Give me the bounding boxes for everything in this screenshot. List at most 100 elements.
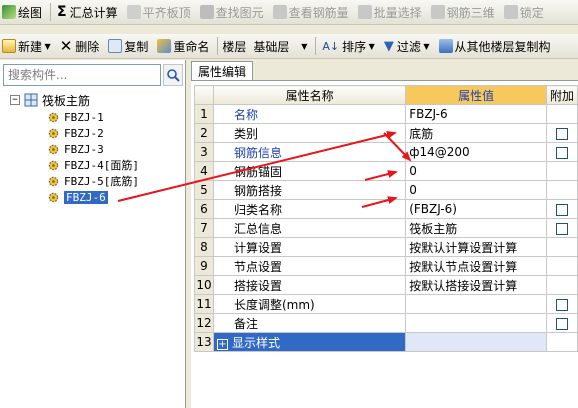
extra-checkbox[interactable] [555,127,568,140]
batch-select-button[interactable]: 批量选择 [356,1,424,23]
extra-checkbox[interactable] [555,203,568,216]
property-value[interactable]: 底筋 [405,123,547,143]
toolbar-divider [50,3,52,21]
property-value[interactable]: ф14@200 [405,142,547,162]
gear-icon [48,176,59,186]
extra-cell [545,313,578,333]
extra-cell [545,218,578,238]
row-number: 5 [194,180,214,200]
row-number: 8 [194,237,214,257]
row-number: 10 [194,275,214,295]
header-property-name: 属性名称 [212,85,407,105]
table-row: 5 钢筋搭接 0 [194,180,578,200]
property-grid-panel: 属性名称 属性值 附加 1 名称 FBZJ-6 2 类别 底筋 3 钢筋信息 ф… [191,80,578,408]
copy-button[interactable]: 复制 [106,35,150,57]
filter-button[interactable]: ▼ 过滤 ▼ [382,35,432,57]
row-number: 12 [194,313,214,333]
floor-select[interactable]: 基础层 ▼ [250,37,310,55]
property-value[interactable]: FBZJ-6 [405,104,547,124]
tree-root-label: 筏板主筋 [42,93,91,108]
property-name: + 显示样式 [212,332,407,352]
summary-calc-button[interactable]: Σ 汇总计算 [55,1,120,23]
delete-icon: ✕ [59,37,73,55]
property-value[interactable]: 筏板主筋 [405,218,547,238]
tree-item[interactable]: FBZJ-3 [48,141,104,157]
chevron-down-icon: ▼ [366,41,375,51]
extra-cell [545,256,578,276]
property-name: 归类名称 [212,199,407,219]
view-rebar-button[interactable]: 查看钢筋量 [271,1,351,23]
expand-icon[interactable]: + [216,338,228,350]
property-name: 搭接设置 [212,275,407,295]
delete-button[interactable]: ✕ 删除 [58,35,102,57]
tree-item[interactable]: FBZJ-1 [48,109,104,125]
toolbar-divider [315,37,317,55]
align-icon [126,5,141,19]
tree-root-node[interactable]: − 筏板主筋 [10,92,90,108]
sort-icon: A↓ [322,39,340,53]
gear-icon [48,160,59,170]
extra-checkbox[interactable] [555,222,568,235]
table-row: 11 长度调整(mm) [194,294,578,314]
find-element-button[interactable]: 查找图元 [198,1,266,23]
component-tree-panel: − 筏板主筋 FBZJ-1 FBZJ-2 FBZJ-3 FBZJ-4[面筋] F… [0,60,186,408]
extra-checkbox[interactable] [555,317,568,330]
property-value[interactable] [405,332,547,352]
property-name: 钢筋锚固 [212,161,407,181]
property-value[interactable]: 按默认计算设置计算 [405,237,547,257]
property-value[interactable]: 按默认搭接设置计算 [405,275,547,295]
property-value[interactable] [405,313,547,333]
gear-icon [48,144,59,154]
property-value[interactable]: 0 [405,161,547,181]
property-value[interactable]: (FBZJ-6) [405,199,547,219]
extra-cell [545,142,578,162]
component-toolbar: 新建 ▼ ✕ 删除 复制 重命名 楼层 基础层 ▼ A↓ 排序 ▼ ▼ 过滤 ▼… [0,34,578,59]
property-value[interactable]: 0 [405,180,547,200]
batch-select-icon [357,5,372,19]
rename-button[interactable]: 重命名 [155,35,211,57]
property-name: 类别 [212,123,407,143]
search-button[interactable] [163,64,183,86]
extra-cell [545,332,578,352]
tree-item[interactable]: FBZJ-4[面筋] [48,157,139,173]
header-property-value: 属性值 [405,85,547,105]
chevron-down-icon: ▼ [420,41,430,51]
tab-property-edit[interactable]: 属性编辑 [191,61,253,80]
extra-cell [545,180,578,200]
row-number: 1 [194,104,214,124]
table-row: 2 类别 底筋 [194,123,578,143]
draw-button[interactable]: 绘图 [0,1,44,23]
table-row: 9 节点设置 按默认节点设置计算 [194,256,578,276]
extra-checkbox[interactable] [555,146,568,159]
table-row: 6 归类名称 (FBZJ-6) [194,199,578,219]
sort-button[interactable]: A↓ 排序 ▼ [320,35,376,57]
property-value[interactable] [405,294,547,314]
lock-button[interactable]: 锁定 [502,1,546,23]
table-row: 3 钢筋信息 ф14@200 [194,142,578,162]
tree-item-selected[interactable]: FBZJ-6 [48,189,108,205]
copy-from-floor-button[interactable]: 从其他楼层复制构 [437,35,553,57]
search-input[interactable] [3,64,161,86]
extra-cell [545,237,578,257]
row-number: 9 [194,256,214,276]
gear-icon [48,112,59,122]
extra-cell [545,275,578,295]
toolbar-divider [217,37,219,55]
header-extra: 附加 [545,85,578,105]
tree-item[interactable]: FBZJ-2 [48,125,104,141]
collapse-icon[interactable]: − [10,95,20,105]
property-value[interactable]: 按默认节点设置计算 [405,256,547,276]
tree-item[interactable]: FBZJ-5[底筋] [48,173,139,189]
table-row-active[interactable]: 13 + 显示样式 [194,332,578,352]
property-name: 长度调整(mm) [212,294,407,314]
extra-cell [545,104,578,124]
draw-icon [2,5,16,19]
main-toolbar: 绘图 Σ 汇总计算 平齐板顶 查找图元 查看钢筋量 批量选择 钢筋三维 锁定 [0,0,578,25]
row-number: 3 [194,142,214,162]
rebar-3d-button[interactable]: 钢筋三维 [429,1,497,23]
row-number: 7 [194,218,214,238]
extra-checkbox[interactable] [555,298,568,311]
align-top-button[interactable]: 平齐板顶 [125,1,193,23]
new-button[interactable]: 新建 ▼ [0,35,53,57]
slab-rebar-icon [24,93,38,107]
